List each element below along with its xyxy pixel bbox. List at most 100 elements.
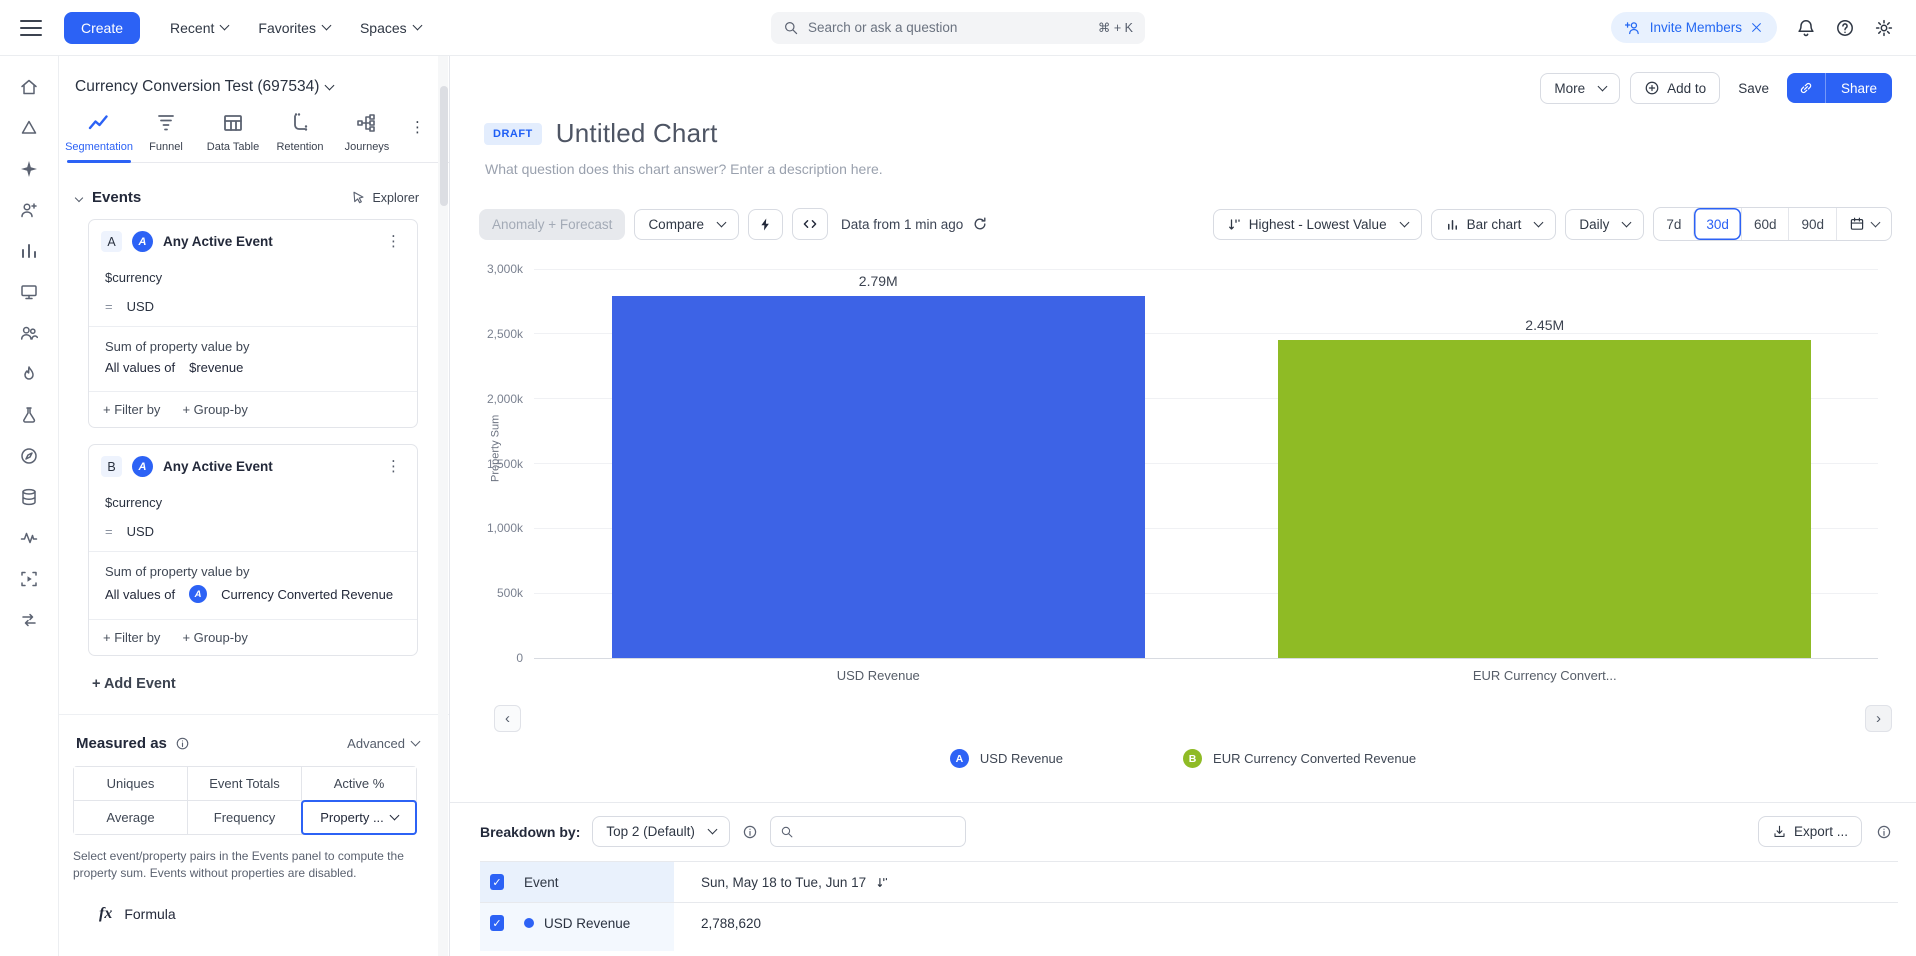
- api-code-button[interactable]: [792, 208, 828, 240]
- measure-option-property-sum[interactable]: Property ...: [302, 801, 416, 834]
- granularity-selector[interactable]: Daily: [1565, 209, 1644, 240]
- metrics-bar-chart-icon[interactable]: [13, 240, 45, 262]
- project-selector[interactable]: Currency Conversion Test (697534): [59, 56, 449, 96]
- help-icon[interactable]: [1835, 18, 1855, 38]
- favorites-menu[interactable]: Favorites: [258, 20, 330, 36]
- tab-segmentation[interactable]: Segmentation: [69, 112, 129, 162]
- range-60d[interactable]: 60d: [1741, 208, 1789, 240]
- workflows-swap-icon[interactable]: [13, 609, 45, 631]
- tab-retention[interactable]: Retention: [270, 112, 330, 162]
- event-b-condition[interactable]: = USD: [89, 517, 417, 551]
- range-7d[interactable]: 7d: [1654, 208, 1693, 240]
- data-database-icon[interactable]: [13, 486, 45, 508]
- event-a-condition[interactable]: = USD: [89, 292, 417, 326]
- measure-option-frequency[interactable]: Frequency: [188, 801, 302, 834]
- tabs-overflow-menu[interactable]: ⋮: [410, 118, 425, 162]
- notifications-bell-icon[interactable]: [1796, 18, 1816, 38]
- range-90d[interactable]: 90d: [1788, 208, 1836, 240]
- measure-option-event-totals[interactable]: Event Totals: [188, 767, 302, 801]
- filter-by-button[interactable]: + Filter by: [103, 630, 160, 645]
- export-button[interactable]: Export ...: [1758, 816, 1862, 847]
- settings-gear-icon[interactable]: [1874, 18, 1894, 38]
- chevron-down-icon: [322, 21, 332, 31]
- event-b-property[interactable]: $currency: [89, 488, 417, 517]
- legend-item-a[interactable]: A USD Revenue: [950, 749, 1063, 768]
- bar-usd-revenue[interactable]: [612, 296, 1145, 658]
- recent-menu[interactable]: Recent: [170, 20, 228, 36]
- range-30d[interactable]: 30d: [1693, 208, 1741, 240]
- session-replay-icon[interactable]: [13, 568, 45, 590]
- row-checkbox[interactable]: ✓: [490, 915, 504, 931]
- breakdown-top-selector[interactable]: Top 2 (Default): [592, 816, 730, 847]
- measure-option-active-pct[interactable]: Active %: [302, 767, 416, 801]
- chevron-down-icon: [1534, 217, 1544, 227]
- spaces-menu[interactable]: Spaces: [360, 20, 421, 36]
- save-button[interactable]: Save: [1730, 74, 1777, 103]
- anomaly-forecast-button[interactable]: Anomaly + Forecast: [479, 209, 625, 240]
- event-a-header[interactable]: A A Any Active Event ⋮: [89, 220, 417, 263]
- copy-link-button[interactable]: [1787, 73, 1825, 103]
- audiences-icon[interactable]: [13, 322, 45, 344]
- activation-flame-icon[interactable]: [13, 363, 45, 385]
- event-a-footer: + Filter by + Group-by: [89, 391, 417, 427]
- group-by-button[interactable]: + Group-by: [182, 402, 247, 417]
- collapse-chevron-icon[interactable]: [75, 193, 83, 201]
- event-b-header[interactable]: B A Any Active Event ⋮: [89, 445, 417, 488]
- legend-item-b[interactable]: B EUR Currency Converted Revenue: [1183, 749, 1416, 768]
- filter-by-button[interactable]: + Filter by: [103, 402, 160, 417]
- event-a-property[interactable]: $currency: [89, 263, 417, 292]
- quick-insights-button[interactable]: [748, 209, 783, 240]
- compare-button[interactable]: Compare: [634, 209, 739, 240]
- add-to-button[interactable]: Add to: [1630, 72, 1720, 104]
- select-all-checkbox[interactable]: ✓: [490, 874, 504, 890]
- dashboards-icon[interactable]: [13, 281, 45, 303]
- series-value-cell[interactable]: 2,788,620: [674, 903, 1898, 943]
- sort-order-selector[interactable]: Highest - Lowest Value: [1213, 209, 1422, 240]
- bar-eur-converted-revenue[interactable]: [1278, 340, 1811, 658]
- custom-date-range-button[interactable]: [1836, 208, 1891, 240]
- explorer-button[interactable]: Explorer: [351, 190, 419, 205]
- charts-icon[interactable]: [13, 117, 45, 139]
- close-icon[interactable]: [1750, 21, 1763, 34]
- measure-option-uniques[interactable]: Uniques: [74, 767, 188, 801]
- event-b-menu[interactable]: ⋮: [382, 459, 405, 474]
- refresh-button[interactable]: [972, 216, 988, 232]
- event-column-header[interactable]: Event: [514, 862, 674, 902]
- home-icon[interactable]: [13, 76, 45, 98]
- panel-scrollbar-thumb[interactable]: [440, 86, 448, 206]
- invite-members-button[interactable]: Invite Members: [1611, 12, 1777, 43]
- create-button[interactable]: Create: [64, 12, 140, 44]
- more-button[interactable]: More: [1540, 73, 1620, 104]
- ask-ai-sparkle-icon[interactable]: [13, 158, 45, 180]
- chart-actions: More Add to Save Share: [1540, 72, 1892, 104]
- tab-journeys[interactable]: Journeys: [337, 112, 397, 162]
- info-icon[interactable]: [175, 736, 190, 751]
- discover-compass-icon[interactable]: [13, 445, 45, 467]
- chart-description-placeholder[interactable]: What question does this chart answer? En…: [485, 161, 1916, 177]
- measure-option-average[interactable]: Average: [74, 801, 188, 834]
- chart-type-selector[interactable]: Bar chart: [1431, 209, 1557, 240]
- experiments-flask-icon[interactable]: [13, 404, 45, 426]
- formula-button[interactable]: fx Formula: [99, 905, 449, 923]
- signals-pulse-icon[interactable]: [13, 527, 45, 549]
- breakdown-search-input[interactable]: [770, 816, 966, 847]
- group-by-button[interactable]: + Group-by: [182, 630, 247, 645]
- tab-data-table[interactable]: Data Table: [203, 112, 263, 162]
- invite-user-icon[interactable]: [13, 199, 45, 221]
- add-event-button[interactable]: + Add Event: [92, 676, 449, 692]
- info-icon[interactable]: [742, 824, 758, 840]
- page-left-button[interactable]: ‹: [494, 705, 521, 732]
- date-column-header[interactable]: Sun, May 18 to Tue, Jun 17: [674, 862, 1898, 902]
- chart-title[interactable]: Untitled Chart: [556, 118, 718, 149]
- series-name-cell[interactable]: USD Revenue: [514, 903, 674, 943]
- tab-funnel[interactable]: Funnel: [136, 112, 196, 162]
- hamburger-menu-icon[interactable]: [20, 20, 42, 36]
- event-a-menu[interactable]: ⋮: [382, 234, 405, 249]
- advanced-toggle[interactable]: Advanced: [347, 736, 419, 751]
- event-b-measure-property[interactable]: All values of A Currency Converted Reven…: [89, 585, 417, 615]
- global-search-input[interactable]: Search or ask a question ⌘ + K: [771, 12, 1145, 44]
- event-a-measure-property[interactable]: All values of $revenue: [89, 360, 417, 387]
- page-right-button[interactable]: ›: [1865, 705, 1892, 732]
- info-icon[interactable]: [1876, 824, 1892, 840]
- share-button[interactable]: Share: [1825, 73, 1892, 103]
